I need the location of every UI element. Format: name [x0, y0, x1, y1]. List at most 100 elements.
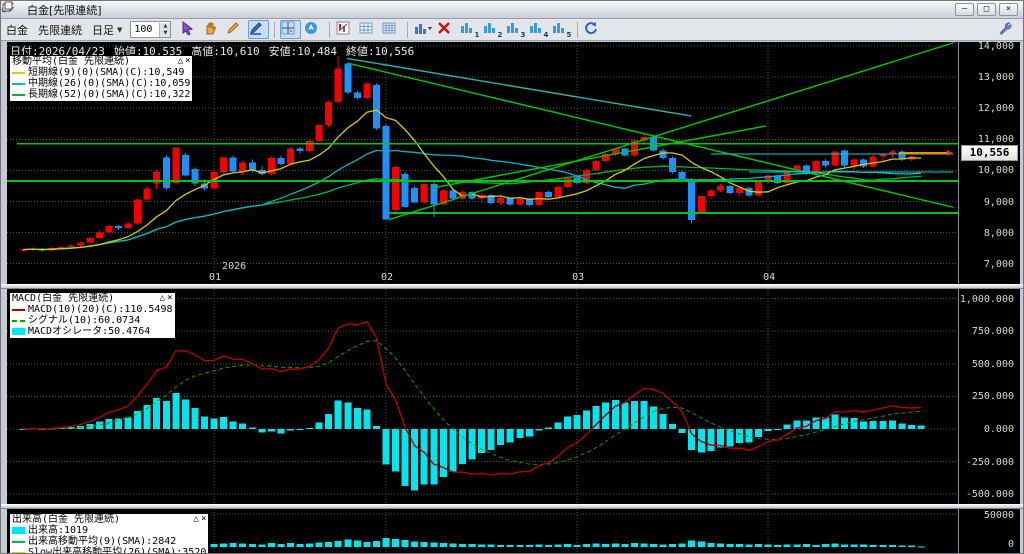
maximize-button[interactable]: □ — [977, 3, 996, 16]
indicator-number: 3 — [520, 31, 526, 39]
legend-controls: △ × — [160, 293, 173, 304]
legend-swatch — [12, 71, 25, 74]
toolbar-separator — [577, 21, 579, 38]
indicator-5-button[interactable]: 5 — [551, 20, 572, 39]
minimize-button[interactable]: – — [955, 3, 974, 16]
price-axis-gutter[interactable]: 10,556 14,000 13,000 12,000 11,000 10,000 9,0… — [958, 41, 1020, 553]
legend-swatch — [12, 551, 25, 553]
dropdown-arrow-icon: ▼ — [117, 25, 123, 34]
month-label-02: 02 — [381, 272, 394, 283]
month-label-04: 04 — [763, 272, 776, 283]
pointer-tool-button[interactable] — [179, 20, 200, 39]
contract-label: 先限連続 — [38, 23, 82, 37]
close-icon[interactable]: × — [201, 514, 206, 525]
volume-tick-label: 0 — [1007, 539, 1014, 550]
collapse-icon[interactable]: △ — [194, 514, 199, 525]
quote-field: 安値:10,484 — [268, 45, 337, 58]
toolbar-separator — [329, 21, 331, 38]
month-label-01: 01 — [209, 272, 222, 283]
legend-text: MACDオシレータ:50.4764 — [28, 326, 151, 337]
indicator-number: 4 — [543, 31, 549, 39]
legend-text: 短期線(9)(0)(SMA)(C):10,549 — [28, 67, 185, 78]
legend-swatch — [12, 319, 25, 322]
indicator-number: 5 — [566, 31, 572, 39]
macd-legend: MACD(白金 先限連続) △ × MACD(10)(20)(C):110.5498 シ… — [9, 292, 176, 339]
toolbar-separator — [274, 21, 276, 38]
indicator-number: 2 — [497, 31, 503, 39]
macd-tick-label: -250.000 — [965, 456, 1014, 468]
legend-row: Slow出来高移動平均(26)(SMA):3520 — [12, 547, 207, 554]
legend-title: MACD(白金 先限連続) — [12, 293, 115, 304]
app-window: 白金[先限連続] – □ × 白金 先限連続 日足 ▼ ▲ — [0, 0, 1024, 554]
refresh-g-icon[interactable] — [3, 2, 933, 17]
period-value: 日足 — [92, 23, 114, 37]
zoom-tool-button[interactable] — [303, 20, 324, 39]
legend-swatch — [12, 527, 25, 534]
quote-field: 終値:10,556 — [345, 45, 415, 58]
macd-tick-label: 750.000 — [971, 326, 1014, 338]
indicator-menu-button[interactable] — [413, 20, 434, 39]
legend-title: 出来高(白金 先限連続) — [12, 514, 121, 525]
legend-title-row: 出来高(白金 先限連続) △ × — [12, 514, 206, 525]
crosshair-tool-button[interactable] — [280, 20, 302, 39]
collapse-icon[interactable]: △ — [160, 293, 165, 304]
indicator-3-button[interactable]: 3 — [505, 20, 526, 39]
legend-text: 中期線(26)(0)(SMA)(C):10,059 — [28, 78, 191, 89]
indicator-4-button[interactable]: 4 — [528, 20, 549, 39]
price-tick-label: 14,000 — [977, 41, 1014, 52]
window-title: 白金[先限連続] — [27, 3, 102, 17]
volume-legend: 出来高(白金 先限連続) △ × 出来高:1019 出来高移動平均(9)(SMA):28… — [9, 513, 210, 554]
reload-button[interactable] — [583, 20, 604, 39]
panel-separator[interactable] — [1, 284, 1023, 289]
legend-swatch — [12, 540, 25, 543]
grid-dense-button[interactable] — [381, 20, 402, 39]
price-tick-label: 10,000 — [977, 165, 1014, 177]
year-label: 2026 — [222, 261, 247, 272]
macd-tick-label: 250.000 — [971, 391, 1014, 403]
indicator-1-button[interactable]: 1 — [459, 20, 480, 39]
macd-tick-label: 1,000.000 — [959, 293, 1014, 305]
macd-tick-label: 500.000 — [971, 358, 1014, 370]
legend-title-row: MACD(白金 先限連続) △ × — [12, 293, 173, 304]
indicator-2-button[interactable]: 2 — [482, 20, 503, 39]
price-tick-label: 8,000 — [983, 227, 1014, 239]
legend-text: 出来高:1019 — [28, 525, 89, 536]
close-icon[interactable]: × — [185, 56, 190, 67]
settings-wrench-button[interactable] — [997, 20, 1018, 39]
ma-legend: 移動平均(白金 先限連続) △ × 短期線(9)(0)(SMA)(C):10,549 中… — [9, 55, 194, 102]
price-tick-label: 11,000 — [977, 134, 1014, 146]
legend-text: Slow出来高移動平均(26)(SMA):3520 — [28, 547, 207, 554]
legend-swatch — [12, 328, 25, 335]
spinner-up-icon[interactable]: ▲ — [160, 23, 170, 30]
copy-window-icon[interactable] — [2, 1, 952, 17]
chart-type-button[interactable] — [335, 20, 356, 39]
legend-title-row: 移動平均(白金 先限連続) △ × — [12, 56, 190, 67]
spinner-down-icon[interactable]: ▼ — [160, 30, 170, 37]
legend-controls: △ × — [194, 514, 207, 525]
legend-row: 中期線(26)(0)(SMA)(C):10,059 — [12, 78, 190, 89]
legend-swatch — [12, 93, 25, 96]
marker-tool-button[interactable] — [248, 20, 270, 39]
pencil-tool-button[interactable] — [225, 20, 246, 39]
price-tick-label: 7,000 — [983, 258, 1014, 270]
close-button[interactable]: × — [999, 3, 1018, 16]
macd-tick-label: 0.000 — [983, 424, 1014, 435]
hand-tool-button[interactable] — [202, 20, 223, 39]
remove-indicator-button[interactable] — [436, 20, 457, 39]
period-select[interactable]: 日足 ▼ — [92, 22, 122, 38]
price-tick-label: 12,000 — [977, 103, 1014, 115]
grid-button[interactable] — [358, 20, 379, 39]
legend-row: 長期線(52)(0)(SMA)(C):10,322 — [12, 89, 190, 100]
legend-text: 長期線(52)(0)(SMA)(C):10,322 — [28, 89, 191, 100]
legend-swatch — [12, 82, 25, 85]
legend-swatch — [12, 308, 25, 311]
panel-separator[interactable] — [1, 504, 1023, 509]
collapse-icon[interactable]: △ — [178, 56, 183, 67]
close-icon[interactable]: × — [167, 293, 172, 304]
legend-row: MACD(10)(20)(C):110.5498 — [12, 304, 173, 315]
last-price-box: 10,556 — [961, 145, 1018, 161]
legend-controls: △ × — [178, 56, 191, 67]
bars-count-input[interactable] — [131, 22, 160, 37]
price-tick-label: 13,000 — [977, 72, 1014, 84]
pen-icon[interactable] — [2, 2, 914, 17]
